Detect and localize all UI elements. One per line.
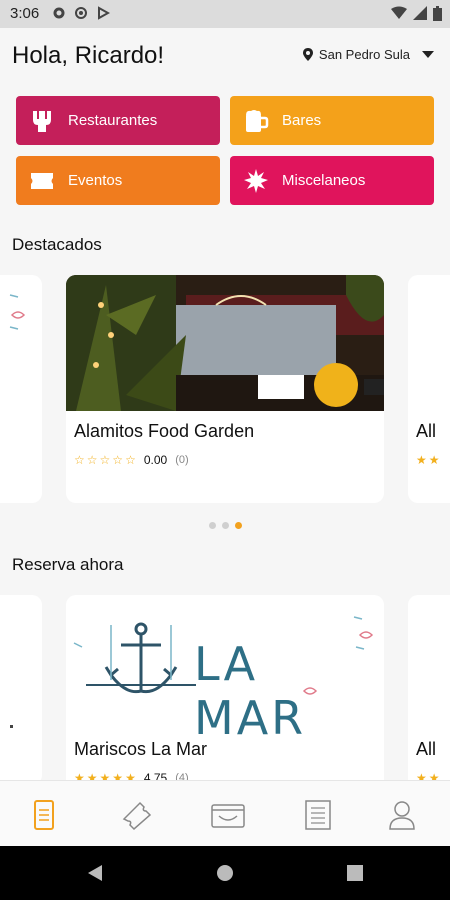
- reserve-section-title: Reserva ahora: [12, 555, 124, 574]
- location-selector[interactable]: San Pedro Sula: [302, 47, 434, 62]
- category-eventos-button[interactable]: Eventos: [16, 156, 220, 205]
- ticket-icon: [28, 167, 56, 195]
- back-icon[interactable]: [86, 864, 104, 882]
- gear-icon: [53, 7, 65, 19]
- category-label: Bares: [282, 112, 322, 129]
- pager-dot[interactable]: [209, 522, 216, 529]
- featured-card[interactable]: Alamitos Food Garden ☆ ☆ ☆ ☆ ☆ 0.00 (0): [66, 275, 384, 503]
- signal-icon: [413, 6, 427, 20]
- category-bares-button[interactable]: Bares: [230, 96, 434, 145]
- nav-wallet-button[interactable]: [210, 797, 246, 833]
- category-grid: Restaurantes Bares Eventos Miscelaneos: [16, 96, 434, 208]
- bottom-navigation: [0, 780, 450, 847]
- recents-icon[interactable]: [347, 865, 363, 881]
- chevron-down-icon: [422, 51, 434, 58]
- star-icon: ☆: [112, 453, 124, 467]
- nav-receipts-button[interactable]: [300, 797, 336, 833]
- star-icon: ☆: [86, 453, 98, 467]
- category-label: Miscelaneos: [282, 172, 366, 189]
- reserve-card-next-name: All: [416, 739, 437, 759]
- pager-dot-active[interactable]: [235, 522, 242, 529]
- category-restaurantes-button[interactable]: Restaurantes: [16, 96, 220, 145]
- star-icon: ★: [428, 453, 440, 467]
- menu-list-icon: [34, 800, 54, 830]
- featured-section-title: Destacados: [12, 235, 102, 254]
- nav-profile-button[interactable]: [384, 797, 420, 833]
- nav-tickets-button[interactable]: [118, 797, 154, 833]
- card-decoration-image: [9, 294, 26, 330]
- status-time: 3:06: [10, 5, 40, 22]
- status-left-icons: [52, 6, 110, 20]
- star-icon: ☆: [99, 453, 111, 467]
- reserve-card[interactable]: LA MAR Mariscos La Mar ★ ★ ★ ★ ★ 4.75 (4…: [66, 595, 384, 795]
- play-store-icon: [98, 6, 110, 20]
- star-icon: ☆: [125, 453, 136, 467]
- featured-card-next-rating: ★ ★: [416, 453, 440, 467]
- restaurant-photo: [66, 275, 384, 411]
- fork-icon: [28, 107, 56, 135]
- home-icon[interactable]: [216, 864, 234, 882]
- greeting-title: Hola, Ricardo!: [12, 42, 165, 69]
- pager-dot[interactable]: [222, 522, 229, 529]
- category-label: Restaurantes: [68, 112, 158, 129]
- system-navigation-bar: [0, 846, 450, 900]
- status-bar: 3:06: [0, 0, 450, 28]
- data-saver-icon: [75, 7, 87, 19]
- featured-card-name: Alamitos Food Garden: [74, 421, 255, 441]
- battery-icon: [433, 6, 442, 21]
- receipt-icon: [305, 800, 331, 830]
- star-icon: ★: [416, 453, 427, 467]
- user-icon: [389, 801, 415, 830]
- wifi-icon: [391, 6, 407, 19]
- rating-score: 0.00: [143, 453, 168, 467]
- category-label: Eventos: [68, 172, 123, 189]
- wallet-icon: [211, 804, 245, 828]
- status-right-icons: [391, 6, 442, 21]
- burst-icon: [242, 167, 270, 195]
- reserve-card-prev[interactable]: [0, 595, 42, 785]
- la-mar-logo-text: LA MAR: [194, 637, 307, 745]
- location-pin-icon: [302, 48, 313, 61]
- featured-card-next-name: All: [416, 421, 437, 441]
- featured-card-rating: ☆ ☆ ☆ ☆ ☆ 0.00 (0): [74, 453, 189, 467]
- ticket-icon: [122, 801, 152, 831]
- reserve-card-name: Mariscos La Mar: [74, 739, 208, 759]
- featured-pager: [209, 522, 242, 529]
- featured-card-prev[interactable]: [0, 275, 42, 503]
- star-icon: ☆: [74, 453, 85, 467]
- card-fragment-mark: [10, 725, 13, 728]
- featured-card-next[interactable]: All ★ ★: [408, 275, 450, 503]
- rating-count: (0): [175, 454, 189, 466]
- category-miscelaneos-button[interactable]: Miscelaneos: [230, 156, 434, 205]
- location-label: San Pedro Sula: [318, 47, 410, 62]
- nav-menu-button[interactable]: [26, 797, 62, 833]
- beer-mug-icon: [242, 107, 270, 135]
- reserve-card-next[interactable]: All ★ ★: [408, 595, 450, 795]
